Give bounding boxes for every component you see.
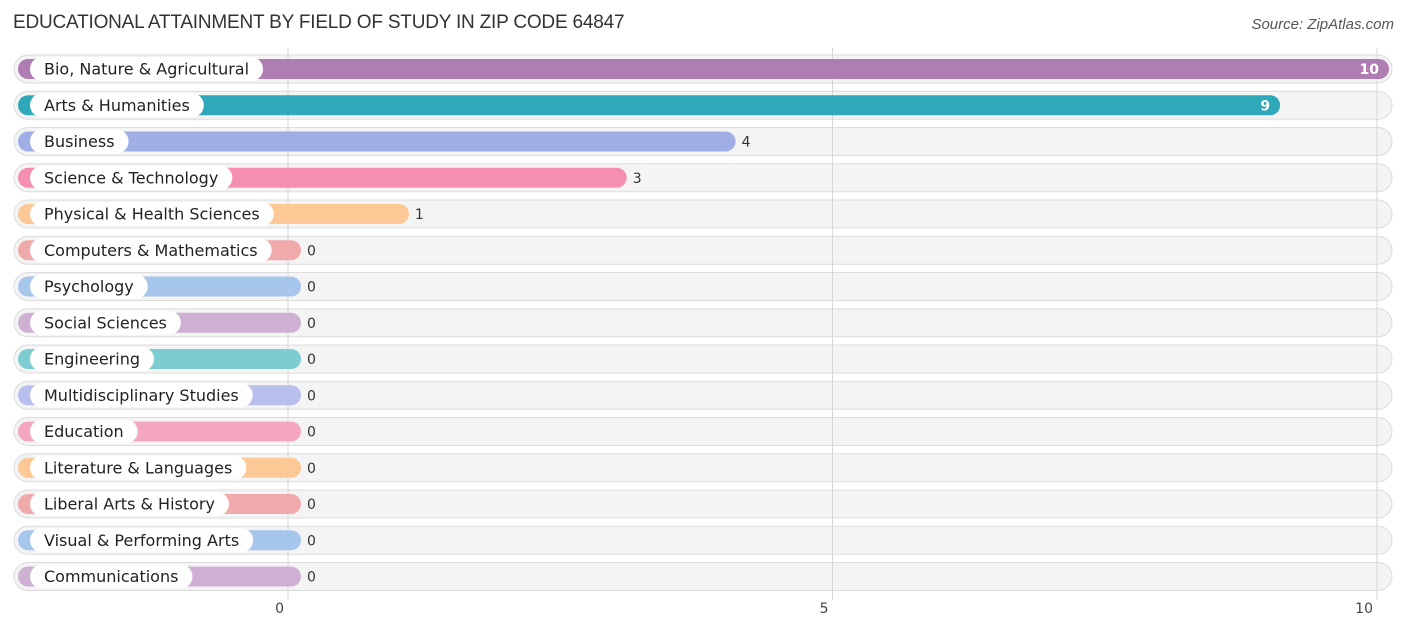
category-label: Multidisciplinary Studies xyxy=(44,386,239,405)
x-tick-label: 0 xyxy=(275,601,284,617)
category-label: Liberal Arts & History xyxy=(44,495,215,514)
category-label: Arts & Humanities xyxy=(44,96,190,115)
value-label: 0 xyxy=(307,280,316,296)
category-label: Science & Technology xyxy=(44,168,218,187)
value-label: 0 xyxy=(307,388,316,404)
bar xyxy=(18,95,1281,116)
x-tick-label: 10 xyxy=(1355,601,1373,617)
bar-row: Visual & Performing Arts 0 xyxy=(18,528,316,553)
bar-row: Computers & Mathematics 0 xyxy=(18,238,316,263)
bar-row: Business 4 xyxy=(18,129,751,154)
category-label: Literature & Languages xyxy=(44,458,232,477)
bar-row: Bio, Nature & Agricultural 10 xyxy=(18,57,1389,81)
value-label: 0 xyxy=(307,533,316,549)
value-label: 0 xyxy=(307,425,316,441)
value-label: 9 xyxy=(1260,98,1270,114)
category-label: Bio, Nature & Agricultural xyxy=(44,60,249,79)
bar-row: Engineering 0 xyxy=(18,347,316,371)
bar-row: Arts & Humanities 9 xyxy=(18,93,1281,118)
category-label: Physical & Health Sciences xyxy=(44,205,260,224)
bar-row: Communications 0 xyxy=(18,564,316,589)
bar-row: Liberal Arts & History 0 xyxy=(18,492,316,516)
category-label: Psychology xyxy=(44,277,134,296)
value-label: 0 xyxy=(307,570,316,586)
category-label: Visual & Performing Arts xyxy=(44,531,239,550)
category-label: Education xyxy=(44,422,124,441)
value-label: 0 xyxy=(307,497,316,513)
category-label: Social Sciences xyxy=(44,313,167,332)
category-label: Communications xyxy=(44,567,178,586)
value-label: 0 xyxy=(307,316,316,332)
category-label: Engineering xyxy=(44,350,140,369)
value-label: 0 xyxy=(307,461,316,477)
bar-row: Psychology 0 xyxy=(18,274,316,299)
value-label: 1 xyxy=(415,207,424,223)
bar-row: Literature & Languages 0 xyxy=(18,455,316,480)
bar-chart: Bio, Nature & Agricultural 10Arts & Human… xyxy=(13,48,1393,617)
bar-row: Science & Technology 3 xyxy=(18,165,642,190)
value-label: 0 xyxy=(307,243,316,259)
value-label: 4 xyxy=(742,135,751,151)
bar-row: Physical & Health Sciences 1 xyxy=(18,202,424,226)
category-label: Business xyxy=(44,132,115,151)
x-tick-label: 5 xyxy=(820,601,829,617)
bar-row: Education 0 xyxy=(18,419,316,444)
bar-row: Multidisciplinary Studies 0 xyxy=(18,383,316,408)
value-label: 0 xyxy=(307,352,316,368)
value-label: 3 xyxy=(633,171,642,187)
bar-row: Social Sciences 0 xyxy=(18,310,316,335)
value-label: 10 xyxy=(1360,62,1380,78)
category-label: Computers & Mathematics xyxy=(44,241,258,260)
